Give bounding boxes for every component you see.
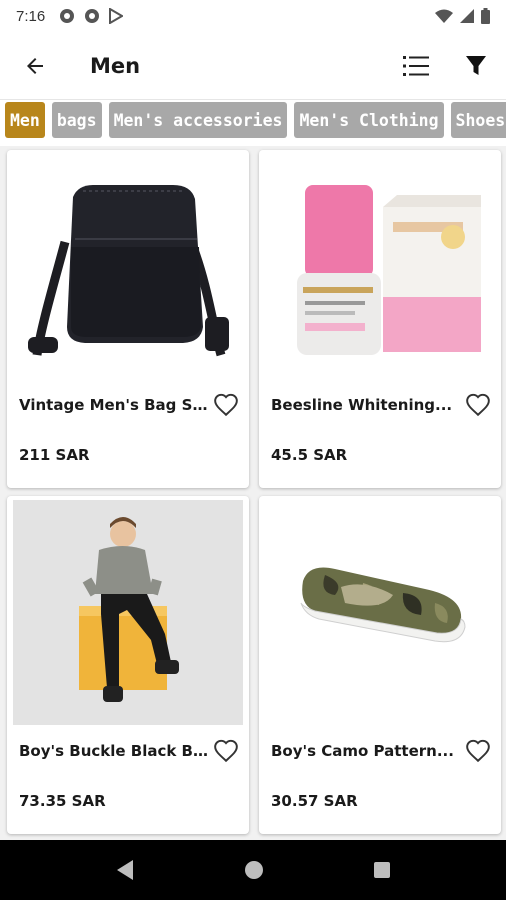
product-price: 45.5 SAR bbox=[271, 446, 348, 464]
chip-mens-accessories[interactable]: Men's accessories bbox=[108, 102, 288, 138]
nav-home-icon[interactable] bbox=[244, 860, 264, 880]
heart-icon[interactable] bbox=[213, 738, 239, 764]
product-name: Beesline Whitening... bbox=[271, 396, 453, 414]
heart-icon[interactable] bbox=[213, 392, 239, 418]
product-image bbox=[13, 154, 243, 379]
chrome-notification-icon bbox=[60, 9, 75, 23]
product-name: Boy's Buckle Black B... bbox=[19, 742, 209, 760]
product-card[interactable]: Boy's Buckle Black B... 73.35 SAR bbox=[7, 496, 249, 834]
product-price: 30.57 SAR bbox=[271, 792, 358, 810]
nav-back-icon[interactable] bbox=[115, 859, 135, 881]
chip-men[interactable]: Men bbox=[5, 102, 45, 138]
list-view-icon bbox=[403, 55, 429, 76]
system-nav-bar bbox=[0, 840, 506, 900]
heart-icon[interactable] bbox=[465, 738, 491, 764]
page-title: Men bbox=[90, 53, 141, 78]
status-bar: 7:16 bbox=[0, 0, 506, 32]
chip-mens-clothing[interactable]: Men's Clothing bbox=[294, 102, 444, 138]
back-button[interactable] bbox=[0, 32, 70, 100]
product-grid: Vintage Men's Bag S... 211 SAR Beesline … bbox=[0, 146, 506, 840]
play-store-icon bbox=[109, 8, 124, 24]
status-time: 7:16 bbox=[16, 7, 46, 25]
battery-icon bbox=[481, 8, 490, 24]
product-card[interactable]: Boy's Camo Pattern... 30.57 SAR bbox=[259, 496, 501, 834]
filter-button[interactable] bbox=[446, 32, 506, 100]
product-image bbox=[265, 500, 495, 725]
nav-recents-icon[interactable] bbox=[373, 861, 391, 879]
product-price: 211 SAR bbox=[19, 446, 90, 464]
category-chips: Men bags Men's accessories Men's Clothin… bbox=[0, 102, 506, 140]
product-card[interactable]: Beesline Whitening... 45.5 SAR bbox=[259, 150, 501, 488]
filter-icon bbox=[466, 55, 486, 75]
product-image bbox=[13, 500, 243, 725]
back-arrow-icon bbox=[27, 57, 43, 74]
chip-bags[interactable]: bags bbox=[51, 102, 102, 138]
list-view-button[interactable] bbox=[386, 32, 446, 100]
app-bar: Men bbox=[0, 32, 506, 100]
heart-icon[interactable] bbox=[465, 392, 491, 418]
product-card[interactable]: Vintage Men's Bag S... 211 SAR bbox=[7, 150, 249, 488]
product-name: Boy's Camo Pattern... bbox=[271, 742, 454, 760]
chip-shoes[interactable]: Shoes bbox=[450, 102, 506, 138]
product-price: 73.35 SAR bbox=[19, 792, 106, 810]
wifi-icon bbox=[435, 9, 453, 23]
chrome-notification-icon-2 bbox=[85, 9, 100, 23]
product-name: Vintage Men's Bag S... bbox=[19, 396, 209, 414]
cell-signal-icon bbox=[460, 9, 474, 23]
product-image bbox=[265, 154, 495, 379]
